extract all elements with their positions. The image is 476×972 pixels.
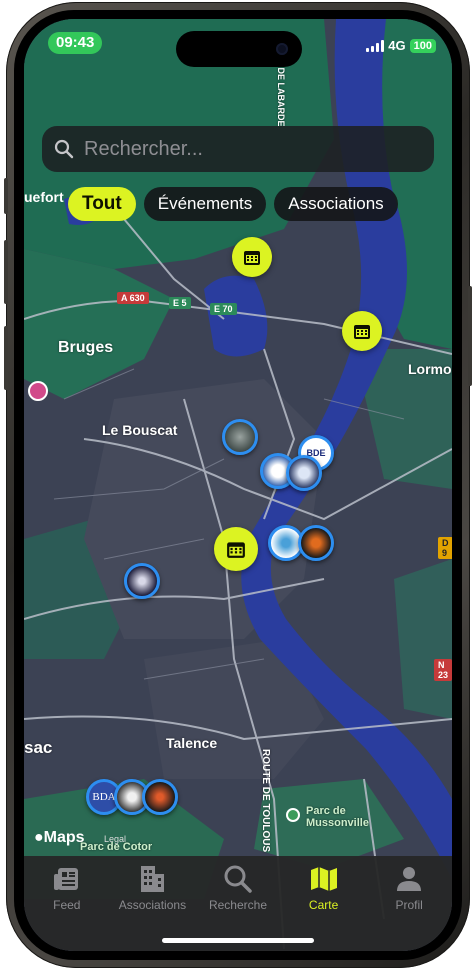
battery-icon: 100 xyxy=(409,38,436,53)
tab-bar: Feed Associations Recherche Carte Profil xyxy=(24,856,452,951)
filter-chip-evenements[interactable]: Événements xyxy=(143,187,267,221)
legal-link[interactable]: Legal xyxy=(104,834,126,844)
association-pin[interactable] xyxy=(298,525,334,561)
map-label-labarde: E DE LABARDE xyxy=(276,59,286,127)
volume-down-button xyxy=(4,326,8,390)
action-button xyxy=(4,178,8,214)
map-label-lormont: Lormor xyxy=(408,361,452,377)
calendar-icon xyxy=(354,325,370,339)
apple-maps-logo: ●Maps xyxy=(34,829,85,847)
road-badge-n23: N 23 xyxy=(434,659,452,681)
building-icon xyxy=(141,866,165,892)
search-placeholder: Rechercher... xyxy=(84,137,203,160)
calendar-icon xyxy=(244,251,260,265)
tab-recherche[interactable]: Recherche xyxy=(195,856,281,951)
event-pin[interactable] xyxy=(214,527,258,571)
map-label-le-bouscat: Le Bouscat xyxy=(102,422,178,438)
network-label: 4G xyxy=(388,38,406,53)
poi-pin[interactable] xyxy=(28,381,48,401)
feed-icon xyxy=(53,868,78,890)
map-label-parc-mussonville: Parc de Mussonville xyxy=(306,805,369,829)
tab-feed[interactable]: Feed xyxy=(24,856,110,951)
road-badge-e70: E 70 xyxy=(210,303,237,315)
event-pin[interactable] xyxy=(232,237,272,277)
road-badge-d9: D 9 xyxy=(438,537,452,559)
pin-text: BDA xyxy=(92,791,116,803)
road-badge-a630: A 630 xyxy=(117,292,149,304)
camera-icon xyxy=(276,43,288,55)
filter-chips: Tout Événements Associations xyxy=(68,187,398,221)
apple-logo-icon: ● xyxy=(34,829,44,846)
tab-label: Profil xyxy=(395,898,423,912)
road-badge-e5: E 5 xyxy=(169,297,191,309)
signal-icon xyxy=(366,39,385,52)
tab-profil[interactable]: Profil xyxy=(366,856,452,951)
map-label-route-toulouse: ROUTE DE TOULOUS xyxy=(260,749,271,853)
tab-label: Recherche xyxy=(208,898,267,912)
map-icon xyxy=(310,867,337,891)
volume-up-button xyxy=(4,240,8,304)
tab-associations[interactable]: Associations xyxy=(110,856,196,951)
association-pin[interactable] xyxy=(142,779,178,815)
association-pin[interactable] xyxy=(124,563,160,599)
tab-carte[interactable]: Carte xyxy=(281,856,367,951)
power-button xyxy=(468,286,472,386)
tab-label: Associations xyxy=(118,898,187,912)
association-pin[interactable] xyxy=(222,419,258,455)
dynamic-island xyxy=(176,31,302,67)
tab-label: Carte xyxy=(308,898,339,912)
association-pin[interactable] xyxy=(286,455,322,491)
calendar-icon xyxy=(227,542,245,558)
event-pin[interactable] xyxy=(342,311,382,351)
home-indicator[interactable] xyxy=(162,938,314,943)
map-label-partial: uefort xyxy=(24,189,64,205)
park-pin-icon xyxy=(286,808,300,822)
search-icon xyxy=(54,139,74,159)
screen: Bruges Le Bouscat Talence Lormor sac E D… xyxy=(24,19,452,951)
filter-chip-tout[interactable]: Tout xyxy=(68,187,136,221)
search-input[interactable]: Rechercher... xyxy=(42,126,434,172)
status-indicators: 4G 100 xyxy=(366,38,436,53)
person-icon xyxy=(397,867,422,891)
maps-logo-text: Maps xyxy=(43,829,85,846)
map-label-sac: sac xyxy=(24,738,53,757)
search-icon xyxy=(224,865,252,893)
map-label-bruges: Bruges xyxy=(58,339,114,356)
status-time: 09:43 xyxy=(48,32,103,54)
tab-label: Feed xyxy=(53,898,81,912)
map-label-talence: Talence xyxy=(166,735,218,751)
filter-chip-associations[interactable]: Associations xyxy=(274,187,398,221)
